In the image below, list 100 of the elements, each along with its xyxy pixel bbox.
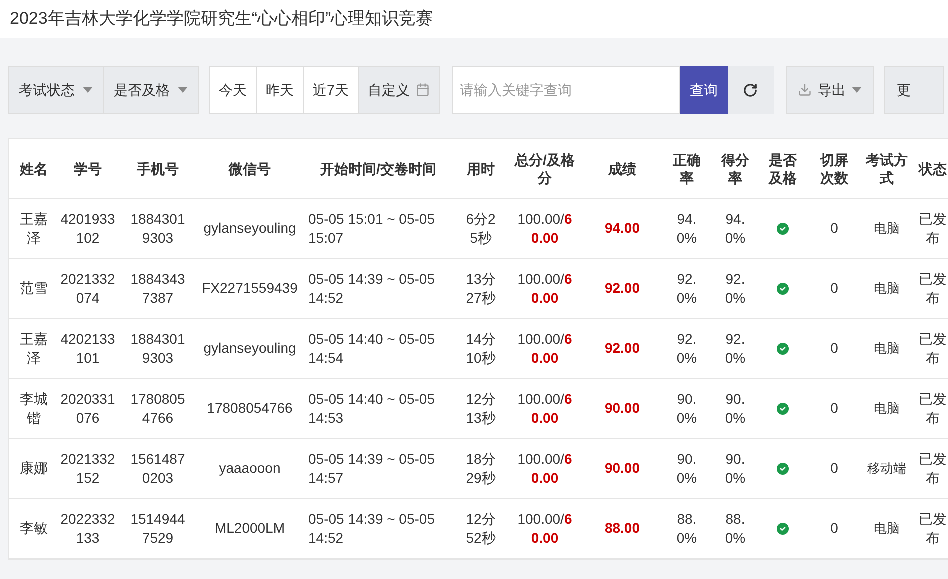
search-field[interactable]: 请输入关键字查询 [452,66,680,114]
table-cell: 15149447529 [130,510,186,548]
table-cell: 13分27秒 [465,270,497,308]
column-header: 得分率 [720,150,750,186]
table-cell: 12分52秒 [465,510,497,548]
table-cell-text: 94.0% [676,210,698,248]
page-title: 2023年吉林大学化学学院研究生“心心相印”心理知识竞赛 [10,8,434,30]
table-cell: 已发布 [918,270,948,308]
table-cell-text: 90.0% [724,390,747,428]
table-cell-text: 100.00/60.00 [516,390,574,428]
table-cell: 12分13秒 [465,390,497,428]
column-header: 学号 [73,160,103,178]
table-cell: 王嘉泽 [19,330,49,368]
table-cell-text: 90.00 [604,399,642,418]
table-cell-text: 92.00 [604,279,642,298]
caret-icon [178,87,188,93]
date-range-tab[interactable]: 近7天 [303,67,358,113]
table-cell: 18843019303 [130,330,186,368]
refresh-icon [743,82,758,98]
table-cell-text: 电脑 [873,340,901,358]
table-cell-text: 100.00/60.00 [516,330,574,368]
table-cell-text: 94.00 [604,219,642,238]
table-cell-text: ML2000LM [214,519,286,538]
table-cell-text: 100.00/60.00 [516,210,574,248]
table-cell-text: 90.0% [676,450,698,488]
table-cell-text: 0 [830,399,840,418]
table-cell-text: 88.0% [724,510,747,548]
table-cell-text: 电脑 [873,520,901,538]
table-cell-text: 0 [830,279,840,298]
column-header: 开始时间/交卷时间 [320,160,438,178]
column-header: 用时 [466,160,496,178]
table-cell: 2020331076 [60,390,116,428]
table-cell: 2021332074 [60,270,116,308]
refresh-button[interactable] [728,66,774,114]
table-cell-text: 92.0% [724,330,747,368]
table-cell-text: 90.0% [676,390,698,428]
table-cell-text: 100.00/60.00 [516,450,574,488]
table-cell: 14分10秒 [465,330,497,368]
column-header: 正确率 [672,150,702,186]
table-cell-text: 92.0% [676,330,698,368]
date-range-tab[interactable]: 今天 [210,67,256,113]
date-range-tab[interactable]: 昨天 [256,67,303,113]
table-cell-text: gylanseyouling [202,219,298,238]
table-cell: 李敏 [19,519,49,538]
table-cell: 王嘉泽 [19,210,49,248]
table-cell: 15614870203 [130,450,186,488]
table-cell: 已发布 [918,390,948,428]
table-cell-text: 05-05 14:40 ~ 05-05 14:54 [308,330,436,368]
table-cell: 18843437387 [130,270,186,308]
table-cell: 4202133101 [60,330,116,368]
table-cell-text: 05-05 14:39 ~ 05-05 14:52 [308,270,436,308]
column-header: 是否及格 [768,150,798,186]
column-header: 状态 [918,160,948,178]
table-cell-text: 05-05 14:40 ~ 05-05 14:53 [308,390,436,428]
table-cell-text: 电脑 [873,400,901,418]
table-cell-text: 94.0% [724,210,747,248]
column-header: 总分/及格分 [514,150,576,186]
table-cell-text: 电脑 [873,280,901,298]
more-button[interactable]: 更 [884,66,944,114]
table-cell: 范雪 [19,279,49,298]
table-cell: 已发布 [918,210,948,248]
table-cell-text: 90.00 [604,459,642,478]
table-cell-text: 05-05 15:01 ~ 05-05 15:07 [308,210,436,248]
table-cell-text: 05-05 14:39 ~ 05-05 14:57 [308,450,436,488]
table-cell-text: 0 [830,219,840,238]
search-button[interactable]: 查询 [680,66,728,114]
table-cell: 18843019303 [130,210,186,248]
table-cell-text: 100.00/60.00 [516,510,574,548]
table-cell-text: yaaaooon [218,459,282,478]
table-cell: 已发布 [918,330,948,368]
calendar-icon [416,83,430,97]
table-cell-text: gylanseyouling [202,339,298,358]
table-cell-text: 0 [830,519,840,538]
table-cell-text: FX2271559439 [201,279,299,298]
table-cell: 已发布 [918,450,948,488]
caret-icon [852,87,862,93]
table-cell: 李城锴 [19,390,49,428]
table-cell: 2021332152 [60,450,116,488]
table-cell-text: 0 [830,339,840,358]
table-cell-text: 05-05 14:39 ~ 05-05 14:52 [308,510,436,548]
column-header: 成绩 [607,160,638,178]
caret-icon [83,87,93,93]
column-header: 切屏次数 [820,150,850,186]
date-range-tab[interactable]: 自定义 [358,67,439,113]
filter-dropdown[interactable]: 是否及格 [103,67,198,113]
column-header: 微信号 [228,160,272,178]
table-cell: 2022332133 [60,510,116,548]
table-cell-text: 移动端 [866,460,908,478]
table-cell-text: 100.00/60.00 [516,270,574,308]
table-cell-text: 88.00 [604,519,642,538]
column-header: 考试方式 [865,150,909,186]
table-cell: 已发布 [918,510,948,548]
column-header: 手机号 [136,160,180,178]
export-button[interactable]: 导出 [786,66,874,114]
table-cell-text: 17808054766 [206,399,294,418]
table-cell-text: 0 [830,459,840,478]
table-cell-text: 88.0% [676,510,698,548]
table-cell: 康娜 [19,459,49,478]
filter-dropdown[interactable]: 考试状态 [9,67,103,113]
download-icon [798,83,812,97]
